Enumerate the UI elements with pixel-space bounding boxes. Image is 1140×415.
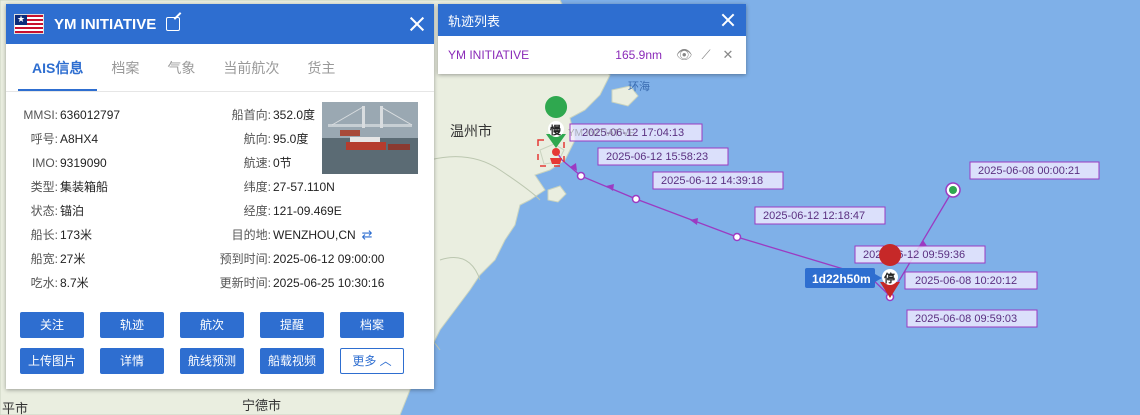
track-label-1218: 2025-06-12 12:18:47 bbox=[763, 210, 865, 222]
remind-button[interactable]: 提醒 bbox=[260, 312, 324, 338]
voyage-button[interactable]: 航次 bbox=[180, 312, 244, 338]
ship-panel-header: ★ YM INITIATIVE bbox=[6, 4, 434, 44]
chevron-up-icon: ︿ bbox=[379, 354, 392, 368]
track-list-panel: 轨迹列表 YM INITIATIVE 165.9nm 👁 ⟋ ✕ bbox=[438, 4, 746, 74]
slow-marker-label: 慢 bbox=[550, 123, 562, 137]
flag-icon: ★ bbox=[14, 14, 44, 34]
track-list-item[interactable]: YM INITIATIVE 165.9nm 👁 ⟋ ✕ bbox=[438, 36, 746, 74]
field-imo: IMO: 9319090 bbox=[32, 156, 107, 170]
field-latitude: 纬度: 27-57.110N bbox=[243, 180, 335, 194]
track-label-0959-03: 2025-06-08 09:59:03 bbox=[915, 313, 1017, 325]
tab-weather[interactable]: 气象 bbox=[153, 44, 209, 91]
follow-button[interactable]: 关注 bbox=[20, 312, 84, 338]
details-button[interactable]: 详情 bbox=[100, 348, 164, 374]
field-eta: 预到时间: 2025-06-12 09:00:00 bbox=[219, 252, 385, 266]
track-list-header: 轨迹列表 bbox=[438, 4, 746, 36]
track-list-title: 轨迹列表 bbox=[448, 13, 501, 29]
city-label-wenzhou: 温州市 bbox=[450, 123, 492, 139]
tab-ais[interactable]: AIS信息 bbox=[18, 44, 98, 91]
ship-tabs: AIS信息 档案 气象 当前航次 货主 bbox=[6, 44, 434, 92]
city-label-ningde: 宁德市 bbox=[242, 398, 281, 413]
field-course: 航向: 95.0度 bbox=[243, 132, 309, 146]
track-label-0608-0000: 2025-06-08 00:00:21 bbox=[978, 165, 1080, 177]
field-length: 船长: 173米 bbox=[30, 228, 93, 242]
field-mmsi: MMSI: 636012797 bbox=[23, 108, 121, 122]
more-button[interactable]: 更多 ︿ bbox=[340, 348, 404, 374]
tab-archive[interactable]: 档案 bbox=[97, 44, 153, 91]
track-label-1439: 2025-06-12 14:39:18 bbox=[661, 175, 763, 187]
ghost-ship-label: YM INITIATIVE bbox=[568, 128, 636, 139]
upload-photo-button[interactable]: 上传图片 bbox=[20, 348, 84, 374]
delete-icon[interactable]: ✕ bbox=[720, 47, 736, 63]
ship-name: YM INITIATIVE bbox=[54, 15, 157, 33]
field-beam: 船宽: 27米 bbox=[30, 252, 86, 266]
route-predict-button[interactable]: 航线预测 bbox=[180, 348, 244, 374]
archive-button[interactable]: 档案 bbox=[340, 312, 404, 338]
field-longitude: 经度: 121-09.469E bbox=[243, 204, 342, 218]
field-destination: 目的地: WENZHOU,CN ⇄ bbox=[231, 226, 373, 244]
stop-marker-label: 停 bbox=[884, 271, 895, 285]
field-callsign: 呼号: A8HX4 bbox=[30, 132, 99, 146]
eye-icon[interactable]: 👁 bbox=[676, 47, 693, 63]
track-label-1558: 2025-06-12 15:58:23 bbox=[606, 151, 708, 163]
field-status: 状态: 锚泊 bbox=[30, 204, 85, 218]
duration-badge: 1d22h50m bbox=[805, 268, 882, 288]
edit-icon[interactable] bbox=[166, 17, 181, 31]
field-draught: 吃水: 8.7米 bbox=[30, 276, 89, 290]
tab-cargo-owner[interactable]: 货主 bbox=[293, 44, 349, 91]
tab-voyage[interactable]: 当前航次 bbox=[209, 44, 293, 91]
place-label: 环海 bbox=[628, 79, 650, 93]
close-icon[interactable] bbox=[408, 15, 426, 33]
track-ship-name: YM INITIATIVE bbox=[448, 48, 530, 62]
onboard-video-button[interactable]: 船载视频 bbox=[260, 348, 324, 374]
track-label-0959: 2025-06-12 09:59:36 bbox=[863, 249, 965, 261]
ais-info: MMSI: 636012797 呼号: A8HX4 IMO: 9319090 类型: 集… bbox=[6, 92, 434, 302]
field-speed: 航速: 0节 bbox=[243, 156, 292, 170]
field-heading: 船首向: 352.0度 bbox=[231, 108, 316, 122]
close-icon[interactable] bbox=[720, 12, 736, 28]
chart-icon[interactable]: ⟋ bbox=[698, 47, 714, 63]
field-updated: 更新时间: 2025-06-25 10:30:16 bbox=[219, 276, 385, 290]
track-distance: 165.9nm bbox=[615, 48, 662, 62]
svg-text:1d22h50m: 1d22h50m bbox=[812, 272, 871, 286]
ship-info-panel: ★ YM INITIATIVE AIS信息 档案 气象 当前航次 货主 MMSI… bbox=[6, 4, 434, 389]
track-button[interactable]: 轨迹 bbox=[100, 312, 164, 338]
city-label-left: 平市 bbox=[2, 401, 28, 415]
ship-photo[interactable] bbox=[322, 102, 418, 174]
track-label-1020: 2025-06-08 10:20:12 bbox=[915, 275, 1017, 287]
field-type: 类型: 集装箱船 bbox=[30, 180, 109, 194]
refresh-icon[interactable]: ⇄ bbox=[362, 226, 373, 244]
